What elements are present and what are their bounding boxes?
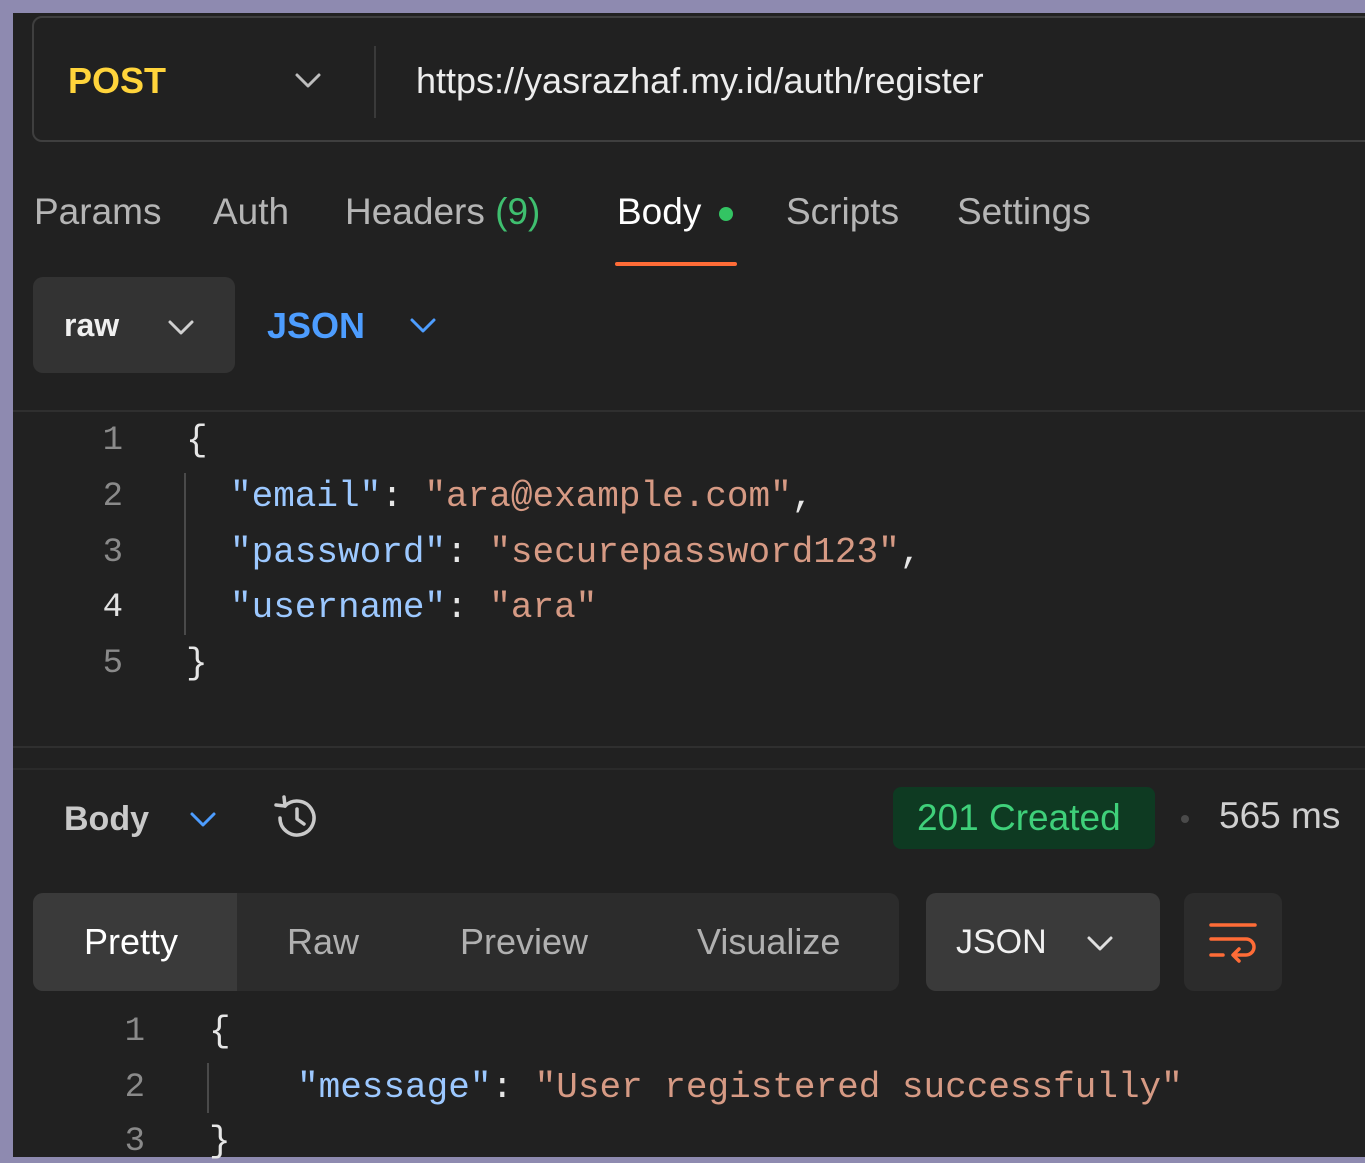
json-value: "ara@example.com" [424, 476, 792, 517]
code-line-username: "username": "ara" [230, 587, 597, 629]
view-tab-preview[interactable]: Preview [460, 922, 588, 962]
divider [13, 746, 1365, 748]
line-number: 3 [102, 534, 123, 572]
response-section-select[interactable]: Body [64, 799, 149, 839]
chevron-down-icon[interactable] [409, 317, 437, 335]
line-number: 4 [102, 589, 123, 627]
json-key: "email" [230, 476, 382, 517]
response-view-tabs: Pretty Raw Preview Visualize [33, 893, 899, 991]
json-colon: : [491, 1067, 514, 1108]
url-divider [374, 46, 376, 118]
divider[interactable] [13, 768, 1365, 770]
indent-guide [207, 1063, 209, 1113]
url-input[interactable]: https://yasrazhaf.my.id/auth/register [416, 60, 984, 102]
body-language-select[interactable]: JSON [267, 306, 365, 346]
view-tab-raw[interactable]: Raw [287, 922, 359, 962]
line-number: 2 [124, 1069, 145, 1107]
tab-headers-label: Headers [345, 191, 485, 232]
wrap-lines-icon [1208, 920, 1258, 969]
view-tab-pretty[interactable]: Pretty [84, 922, 178, 962]
line-number: 1 [124, 1013, 145, 1051]
method-select[interactable]: POST [68, 60, 166, 102]
code-line-message: "message": "User registered successfully… [297, 1067, 1183, 1109]
tab-body[interactable]: Body [617, 190, 701, 234]
tab-headers[interactable]: Headers (9) [345, 190, 540, 234]
divider [13, 410, 1365, 412]
request-editor: POST https://yasrazhaf.my.id/auth/regist… [13, 13, 1365, 1162]
json-colon: : [381, 476, 403, 517]
chevron-down-icon[interactable] [189, 811, 217, 829]
chevron-down-icon[interactable] [294, 72, 322, 90]
json-colon: : [446, 587, 468, 628]
status-badge[interactable]: 201 Created [893, 787, 1155, 849]
json-value: "ara" [489, 587, 598, 628]
body-mode-label: raw [64, 307, 120, 343]
chevron-down-icon [167, 319, 195, 337]
open-brace: { [209, 1011, 231, 1052]
json-value: "securepassword123" [489, 532, 900, 573]
body-mode-select[interactable]: raw [33, 277, 235, 373]
json-key: "message" [297, 1067, 492, 1108]
tab-settings[interactable]: Settings [957, 190, 1091, 234]
separator-dot [1181, 815, 1189, 823]
json-value: "User registered successfully" [534, 1067, 1183, 1108]
json-colon: : [446, 532, 468, 573]
wrap-lines-button[interactable] [1184, 893, 1282, 991]
tab-params[interactable]: Params [34, 190, 161, 234]
headers-count: (9) [495, 191, 541, 232]
url-bar: POST https://yasrazhaf.my.id/auth/regist… [32, 16, 1365, 142]
json-key: "password" [230, 532, 447, 573]
close-brace: } [186, 643, 208, 684]
json-comma: , [791, 476, 814, 517]
response-format-select[interactable]: JSON [926, 893, 1160, 991]
history-icon[interactable] [268, 793, 322, 848]
active-tab-indicator [615, 262, 737, 266]
response-time[interactable]: 565 ms [1219, 795, 1340, 837]
open-brace: { [186, 420, 208, 461]
body-modified-dot [719, 207, 733, 221]
line-number: 5 [102, 645, 123, 683]
json-comma: , [899, 532, 922, 573]
tab-auth[interactable]: Auth [213, 190, 289, 234]
indent-guide [184, 473, 186, 635]
code-line-email: "email": "ara@example.com", [230, 476, 813, 518]
response-format-label: JSON [956, 923, 1047, 961]
code-line-password: "password": "securepassword123", [230, 532, 921, 574]
chevron-down-icon [1086, 935, 1114, 953]
line-number: 1 [102, 422, 123, 460]
json-key: "username" [230, 587, 447, 628]
view-tab-visualize[interactable]: Visualize [697, 922, 840, 962]
tab-scripts[interactable]: Scripts [786, 190, 899, 234]
line-number: 2 [102, 478, 123, 516]
status-text: 201 Created [917, 797, 1121, 838]
